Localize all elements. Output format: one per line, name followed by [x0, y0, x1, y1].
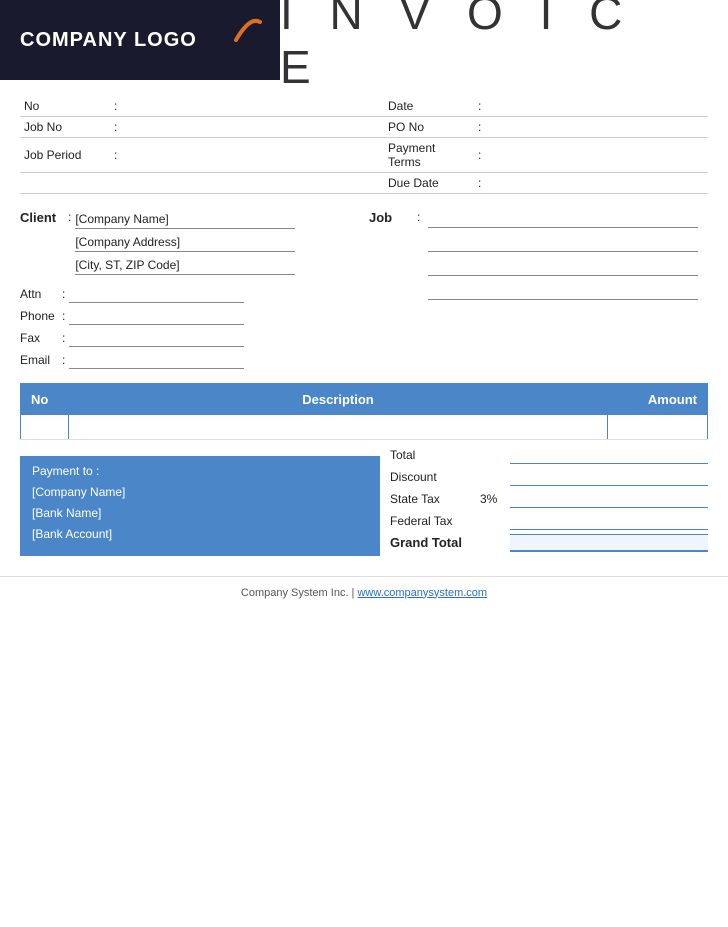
- payment-label: Payment to :: [32, 464, 368, 481]
- total-row: Total: [390, 446, 708, 464]
- footer-link[interactable]: www.companysystem.com: [357, 587, 487, 599]
- client-phone-row: Phone :: [20, 307, 359, 325]
- invoice-title: I N V O I C E: [280, 0, 698, 94]
- client-section: Client : [Company Name] [Company Address…: [0, 194, 728, 383]
- footer: Company System Inc. | www.companysystem.…: [0, 576, 728, 605]
- job-label: Job: [369, 210, 417, 225]
- items-body-row: [21, 415, 708, 439]
- grand-total-label: Grand Total: [390, 535, 480, 550]
- header: COMPANY LOGO I N V O I C E: [0, 0, 728, 80]
- attn-value: [69, 285, 244, 303]
- meta-date-colon: :: [474, 96, 490, 117]
- client-attn-row: Attn :: [20, 285, 359, 303]
- meta-duedate-value: [490, 173, 708, 194]
- client-fax-row: Fax :: [20, 329, 359, 347]
- meta-table: No : Date : Job No : PO No : Job Period …: [20, 96, 708, 194]
- payment-box: Payment to : [Company Name] [Bank Name] …: [20, 456, 380, 556]
- fax-value: [69, 329, 244, 347]
- meta-payterms-colon: :: [474, 138, 490, 173]
- total-label: Total: [390, 448, 480, 462]
- items-section: No Description Amount: [0, 383, 728, 440]
- phone-label: Phone: [20, 309, 62, 323]
- grand-total-value: [510, 534, 708, 552]
- client-email-row: Email :: [20, 351, 359, 369]
- meta-no-label: No: [20, 96, 110, 117]
- federal-tax-label: Federal Tax: [390, 514, 480, 528]
- meta-duedate-colon: :: [474, 173, 490, 194]
- payment-company-name: [Company Name]: [32, 485, 368, 502]
- invoice-title-area: I N V O I C E: [280, 0, 728, 80]
- job-line-1: [428, 210, 698, 228]
- job-line-2: [428, 234, 698, 252]
- email-colon: :: [62, 353, 65, 367]
- logo-text: COMPANY LOGO: [20, 29, 197, 52]
- meta-jobperiod-label: Job Period: [20, 138, 110, 173]
- attn-label: Attn: [20, 287, 62, 301]
- federal-tax-row: Federal Tax: [390, 512, 708, 530]
- job-lines: [428, 210, 698, 306]
- items-desc-cell: [69, 415, 608, 439]
- meta-payterms-value: [490, 138, 708, 173]
- meta-jobperiod-value: [126, 138, 344, 173]
- client-right: Job :: [369, 210, 708, 373]
- payment-bank-account: [Bank Account]: [32, 527, 368, 544]
- meta-jobno-value: [126, 117, 344, 138]
- meta-date-label: Date: [384, 96, 474, 117]
- meta-no-colon: :: [110, 96, 126, 117]
- federal-tax-value: [510, 512, 708, 530]
- job-line-3: [428, 258, 698, 276]
- state-tax-value: [510, 490, 708, 508]
- email-value: [69, 351, 244, 369]
- meta-pono-value: [490, 117, 708, 138]
- phone-value: [69, 307, 244, 325]
- totals-payment-section: Payment to : [Company Name] [Bank Name] …: [0, 440, 728, 566]
- discount-value: [510, 468, 708, 486]
- total-value: [510, 446, 708, 464]
- meta-jobno-colon: :: [110, 117, 126, 138]
- client-city-zip: [City, ST, ZIP Code]: [75, 256, 295, 275]
- col-amount-header: Amount: [608, 384, 708, 416]
- job-line-4: [428, 282, 698, 300]
- meta-duedate-label: Due Date: [384, 173, 474, 194]
- attn-colon: :: [62, 287, 65, 301]
- discount-label: Discount: [390, 470, 480, 484]
- items-no-cell: [21, 415, 69, 439]
- footer-text: Company System Inc. |: [241, 587, 358, 599]
- items-amount-cell: [608, 415, 708, 439]
- meta-payterms-label: Payment Terms: [384, 138, 474, 173]
- meta-pono-colon: :: [474, 117, 490, 138]
- client-label: Client: [20, 210, 68, 225]
- meta-pono-label: PO No: [384, 117, 474, 138]
- meta-date-value: [490, 96, 708, 117]
- client-left: Client : [Company Name] [Company Address…: [20, 210, 359, 373]
- phone-colon: :: [62, 309, 65, 323]
- logo-arc-icon: [226, 12, 262, 51]
- state-tax-label: State Tax: [390, 492, 480, 506]
- items-table: No Description Amount: [20, 383, 708, 440]
- discount-row: Discount: [390, 468, 708, 486]
- grand-total-row: Grand Total: [390, 534, 708, 552]
- client-colon: :: [68, 210, 71, 224]
- meta-jobno-label: Job No: [20, 117, 110, 138]
- payment-bank-name: [Bank Name]: [32, 506, 368, 523]
- logo-area: COMPANY LOGO: [0, 0, 280, 80]
- state-tax-percent: 3%: [480, 492, 510, 506]
- totals-box: Total Discount State Tax 3% Federal Tax …: [390, 446, 708, 556]
- meta-no-value: [126, 96, 344, 117]
- meta-jobperiod-colon: :: [110, 138, 126, 173]
- client-address-block: [Company Name] [Company Address] [City, …: [75, 210, 295, 279]
- fax-colon: :: [62, 331, 65, 345]
- client-company-name: [Company Name]: [75, 210, 295, 229]
- email-label: Email: [20, 353, 62, 367]
- job-colon: :: [417, 210, 420, 224]
- client-company-address: [Company Address]: [75, 233, 295, 252]
- fax-label: Fax: [20, 331, 62, 345]
- meta-section: No : Date : Job No : PO No : Job Period …: [0, 80, 728, 194]
- state-tax-row: State Tax 3%: [390, 490, 708, 508]
- col-no-header: No: [21, 384, 69, 416]
- col-description-header: Description: [69, 384, 608, 416]
